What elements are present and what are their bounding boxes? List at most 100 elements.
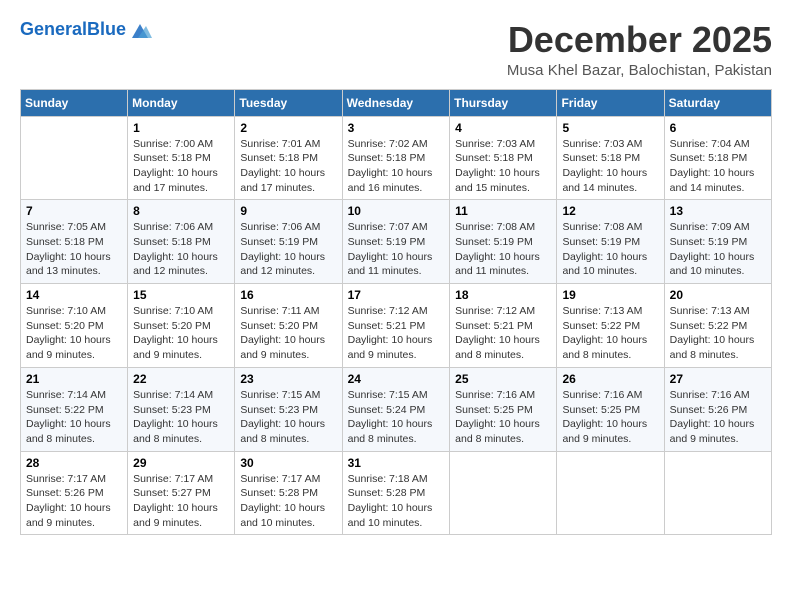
col-friday: Friday bbox=[557, 89, 664, 116]
daylight-text: Daylight: 10 hours and 17 minutes. bbox=[240, 167, 325, 194]
day-number: 23 bbox=[240, 372, 336, 386]
table-cell: 10 Sunrise: 7:07 AM Sunset: 5:19 PM Dayl… bbox=[342, 200, 450, 284]
day-info: Sunrise: 7:17 AM Sunset: 5:26 PM Dayligh… bbox=[26, 472, 122, 531]
daylight-text: Daylight: 10 hours and 9 minutes. bbox=[26, 334, 111, 361]
sunrise-text: Sunrise: 7:08 AM bbox=[562, 221, 642, 233]
sunrise-text: Sunrise: 7:01 AM bbox=[240, 138, 320, 150]
table-cell: 27 Sunrise: 7:16 AM Sunset: 5:26 PM Dayl… bbox=[664, 367, 771, 451]
sunrise-text: Sunrise: 7:03 AM bbox=[455, 138, 535, 150]
sunrise-text: Sunrise: 7:15 AM bbox=[348, 389, 428, 401]
daylight-text: Daylight: 10 hours and 8 minutes. bbox=[240, 418, 325, 445]
day-info: Sunrise: 7:00 AM Sunset: 5:18 PM Dayligh… bbox=[133, 137, 229, 196]
sunset-text: Sunset: 5:18 PM bbox=[26, 236, 104, 248]
calendar-week-2: 7 Sunrise: 7:05 AM Sunset: 5:18 PM Dayli… bbox=[21, 200, 772, 284]
day-info: Sunrise: 7:16 AM Sunset: 5:25 PM Dayligh… bbox=[455, 388, 551, 447]
day-info: Sunrise: 7:08 AM Sunset: 5:19 PM Dayligh… bbox=[562, 220, 658, 279]
table-cell: 2 Sunrise: 7:01 AM Sunset: 5:18 PM Dayli… bbox=[235, 116, 342, 200]
table-cell: 11 Sunrise: 7:08 AM Sunset: 5:19 PM Dayl… bbox=[450, 200, 557, 284]
sunset-text: Sunset: 5:26 PM bbox=[670, 404, 748, 416]
sunrise-text: Sunrise: 7:10 AM bbox=[26, 305, 106, 317]
day-number: 2 bbox=[240, 121, 336, 135]
sunrise-text: Sunrise: 7:07 AM bbox=[348, 221, 428, 233]
daylight-text: Daylight: 10 hours and 9 minutes. bbox=[670, 418, 755, 445]
day-info: Sunrise: 7:06 AM Sunset: 5:18 PM Dayligh… bbox=[133, 220, 229, 279]
daylight-text: Daylight: 10 hours and 10 minutes. bbox=[348, 502, 433, 529]
table-cell: 9 Sunrise: 7:06 AM Sunset: 5:19 PM Dayli… bbox=[235, 200, 342, 284]
calendar-week-3: 14 Sunrise: 7:10 AM Sunset: 5:20 PM Dayl… bbox=[21, 284, 772, 368]
sunrise-text: Sunrise: 7:16 AM bbox=[455, 389, 535, 401]
table-cell: 20 Sunrise: 7:13 AM Sunset: 5:22 PM Dayl… bbox=[664, 284, 771, 368]
sunrise-text: Sunrise: 7:17 AM bbox=[26, 473, 106, 485]
day-number: 27 bbox=[670, 372, 766, 386]
sunset-text: Sunset: 5:23 PM bbox=[240, 404, 318, 416]
day-number: 12 bbox=[562, 204, 658, 218]
sunset-text: Sunset: 5:24 PM bbox=[348, 404, 426, 416]
table-cell: 26 Sunrise: 7:16 AM Sunset: 5:25 PM Dayl… bbox=[557, 367, 664, 451]
logo: GeneralBlue bbox=[20, 20, 152, 40]
table-cell: 18 Sunrise: 7:12 AM Sunset: 5:21 PM Dayl… bbox=[450, 284, 557, 368]
sunset-text: Sunset: 5:25 PM bbox=[562, 404, 640, 416]
day-info: Sunrise: 7:03 AM Sunset: 5:18 PM Dayligh… bbox=[455, 137, 551, 196]
sunset-text: Sunset: 5:20 PM bbox=[26, 320, 104, 332]
table-cell: 19 Sunrise: 7:13 AM Sunset: 5:22 PM Dayl… bbox=[557, 284, 664, 368]
daylight-text: Daylight: 10 hours and 12 minutes. bbox=[240, 251, 325, 278]
day-info: Sunrise: 7:07 AM Sunset: 5:19 PM Dayligh… bbox=[348, 220, 445, 279]
daylight-text: Daylight: 10 hours and 8 minutes. bbox=[670, 334, 755, 361]
daylight-text: Daylight: 10 hours and 14 minutes. bbox=[562, 167, 647, 194]
daylight-text: Daylight: 10 hours and 10 minutes. bbox=[240, 502, 325, 529]
sunset-text: Sunset: 5:18 PM bbox=[133, 236, 211, 248]
col-saturday: Saturday bbox=[664, 89, 771, 116]
day-info: Sunrise: 7:14 AM Sunset: 5:23 PM Dayligh… bbox=[133, 388, 229, 447]
day-number: 16 bbox=[240, 288, 336, 302]
calendar-week-4: 21 Sunrise: 7:14 AM Sunset: 5:22 PM Dayl… bbox=[21, 367, 772, 451]
day-info: Sunrise: 7:08 AM Sunset: 5:19 PM Dayligh… bbox=[455, 220, 551, 279]
table-cell: 25 Sunrise: 7:16 AM Sunset: 5:25 PM Dayl… bbox=[450, 367, 557, 451]
day-info: Sunrise: 7:10 AM Sunset: 5:20 PM Dayligh… bbox=[133, 304, 229, 363]
day-number: 30 bbox=[240, 456, 336, 470]
table-cell: 29 Sunrise: 7:17 AM Sunset: 5:27 PM Dayl… bbox=[128, 451, 235, 535]
col-sunday: Sunday bbox=[21, 89, 128, 116]
table-cell bbox=[21, 116, 128, 200]
day-info: Sunrise: 7:02 AM Sunset: 5:18 PM Dayligh… bbox=[348, 137, 445, 196]
table-cell: 6 Sunrise: 7:04 AM Sunset: 5:18 PM Dayli… bbox=[664, 116, 771, 200]
sunrise-text: Sunrise: 7:12 AM bbox=[455, 305, 535, 317]
day-number: 15 bbox=[133, 288, 229, 302]
table-cell: 31 Sunrise: 7:18 AM Sunset: 5:28 PM Dayl… bbox=[342, 451, 450, 535]
calendar-table: Sunday Monday Tuesday Wednesday Thursday… bbox=[20, 89, 772, 536]
sunrise-text: Sunrise: 7:06 AM bbox=[240, 221, 320, 233]
sunrise-text: Sunrise: 7:15 AM bbox=[240, 389, 320, 401]
daylight-text: Daylight: 10 hours and 8 minutes. bbox=[455, 418, 540, 445]
day-number: 24 bbox=[348, 372, 445, 386]
day-number: 26 bbox=[562, 372, 658, 386]
table-cell: 30 Sunrise: 7:17 AM Sunset: 5:28 PM Dayl… bbox=[235, 451, 342, 535]
day-number: 5 bbox=[562, 121, 658, 135]
table-cell: 22 Sunrise: 7:14 AM Sunset: 5:23 PM Dayl… bbox=[128, 367, 235, 451]
table-cell bbox=[450, 451, 557, 535]
daylight-text: Daylight: 10 hours and 8 minutes. bbox=[133, 418, 218, 445]
table-cell: 13 Sunrise: 7:09 AM Sunset: 5:19 PM Dayl… bbox=[664, 200, 771, 284]
table-cell: 3 Sunrise: 7:02 AM Sunset: 5:18 PM Dayli… bbox=[342, 116, 450, 200]
sunset-text: Sunset: 5:19 PM bbox=[455, 236, 533, 248]
daylight-text: Daylight: 10 hours and 9 minutes. bbox=[26, 502, 111, 529]
sunrise-text: Sunrise: 7:09 AM bbox=[670, 221, 750, 233]
sunset-text: Sunset: 5:19 PM bbox=[240, 236, 318, 248]
day-info: Sunrise: 7:11 AM Sunset: 5:20 PM Dayligh… bbox=[240, 304, 336, 363]
sunrise-text: Sunrise: 7:16 AM bbox=[562, 389, 642, 401]
day-number: 9 bbox=[240, 204, 336, 218]
sunrise-text: Sunrise: 7:11 AM bbox=[240, 305, 319, 317]
day-number: 22 bbox=[133, 372, 229, 386]
sunrise-text: Sunrise: 7:17 AM bbox=[133, 473, 213, 485]
sunrise-text: Sunrise: 7:05 AM bbox=[26, 221, 106, 233]
sunset-text: Sunset: 5:18 PM bbox=[240, 152, 318, 164]
table-cell: 28 Sunrise: 7:17 AM Sunset: 5:26 PM Dayl… bbox=[21, 451, 128, 535]
sunset-text: Sunset: 5:21 PM bbox=[455, 320, 533, 332]
title-section: December 2025 Musa Khel Bazar, Balochist… bbox=[507, 20, 772, 79]
day-info: Sunrise: 7:13 AM Sunset: 5:22 PM Dayligh… bbox=[670, 304, 766, 363]
day-number: 20 bbox=[670, 288, 766, 302]
sunset-text: Sunset: 5:28 PM bbox=[240, 487, 318, 499]
day-info: Sunrise: 7:06 AM Sunset: 5:19 PM Dayligh… bbox=[240, 220, 336, 279]
logo-icon bbox=[128, 20, 152, 40]
day-number: 7 bbox=[26, 204, 122, 218]
sunset-text: Sunset: 5:20 PM bbox=[240, 320, 318, 332]
sunset-text: Sunset: 5:23 PM bbox=[133, 404, 211, 416]
